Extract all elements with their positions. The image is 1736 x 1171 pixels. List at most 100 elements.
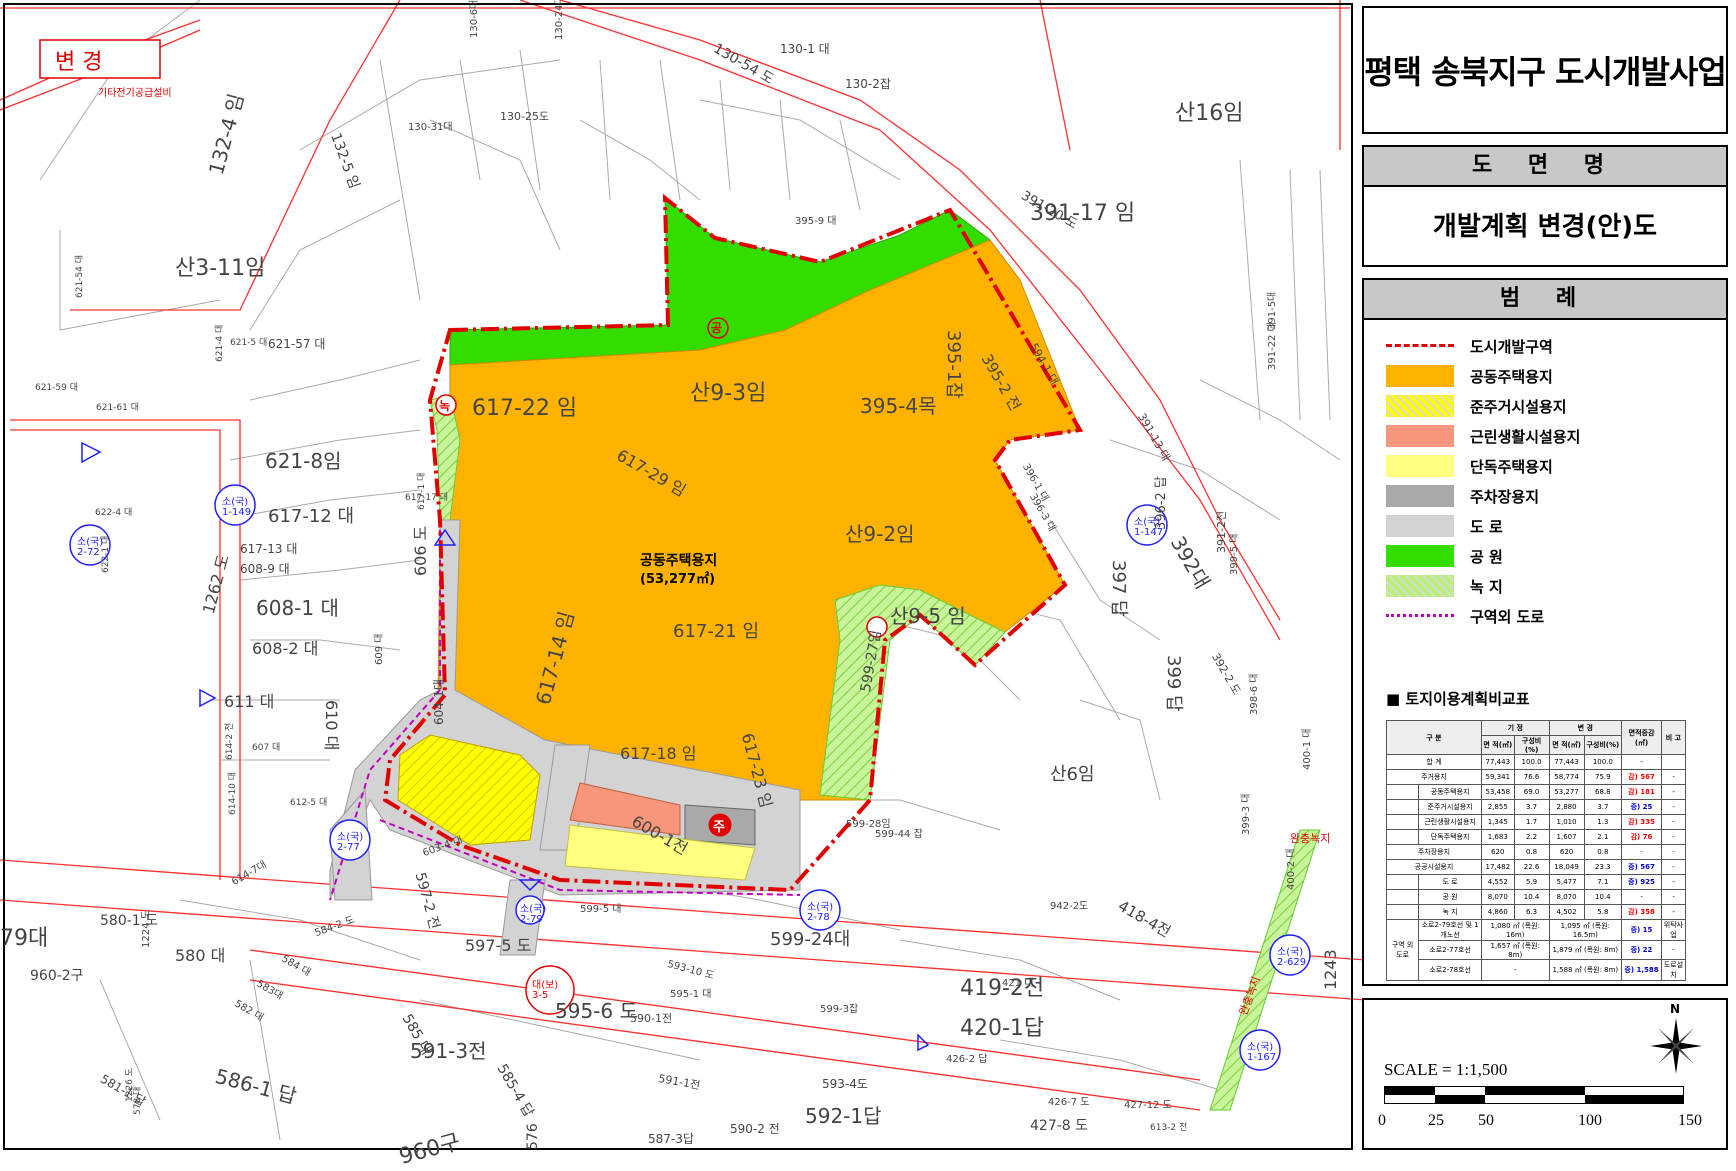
parcel-label: 617-13 대 (240, 542, 298, 556)
parcel-label: 426-2 답 (946, 1054, 988, 1065)
table-cell: 증) 567 (1621, 859, 1662, 875)
title-box: 평택 송북지구 도시개발사업 (1362, 6, 1728, 134)
table-cell: 단독주택용지 (1418, 829, 1482, 845)
legend-swatch (1386, 365, 1454, 387)
table-row: 구역 외 도로 소로2-79호선 및 1개노선 1,080 ㎡ (폭원: 16m) 1… (1385, 919, 1687, 981)
table-cell: 면 적(㎡) (1548, 735, 1585, 755)
table-cell: 1,095 ㎡ (폭원: 16.5m) (1548, 919, 1623, 941)
parcel-label: 395-4목 (860, 394, 937, 418)
table-cell: 100.0 (1583, 754, 1623, 770)
legend-item: 주차장용지 (1386, 484, 1539, 508)
legend-swatch (1386, 614, 1454, 618)
parcel-label: 621-54 대 (75, 254, 85, 298)
table-cell: 17,482 (1480, 859, 1515, 875)
table-cell: 감) 76 (1621, 829, 1662, 845)
parcel-label: 427-8 도 (1030, 1118, 1089, 1134)
table-row: 소로2-77호선 1,657 ㎡ (폭원: 8m) 1,879 ㎡ (폭원: 8m)… (1387, 940, 1687, 960)
table-cell: 증) 25 (1621, 799, 1662, 815)
table-cell (1385, 829, 1420, 845)
legend-box: 범 례 도시개발구역 공동주택용지 준주거시설용지 근린생활시설용지 단독주택용지 주차장… (1362, 278, 1728, 986)
table-title: ■ 토지이용계획비교표 (1386, 690, 1530, 708)
table-cell: 소로2-79호선 및 1개노선 (1418, 919, 1482, 941)
zoning-map[interactable]: 변 경 기타전기공급설비 공동주택용지 (53,277㎡) 공 녹 주 산16임 391-17 … (0, 0, 1409, 1170)
table-cell: 증) 1,588 (1621, 959, 1662, 981)
table-cell: 59,341 (1480, 769, 1515, 785)
legend-label: 근린생활시설용지 (1470, 427, 1581, 446)
legend-item: 구역외 도로 (1386, 604, 1544, 628)
parcel-label: 609 대 (374, 633, 385, 665)
parcel-label: 426-7 도 (1048, 1097, 1090, 1108)
table-cell: 소로2-77호선 (1418, 940, 1482, 960)
parcel-label: 395-1잡 (943, 330, 964, 399)
table-cell: 22.6 (1513, 859, 1550, 875)
legend-item: 근린생활시설용지 (1386, 424, 1580, 448)
parcel-label: 611 대 (224, 692, 275, 711)
table-cell: - (1621, 889, 1662, 905)
table-cell: - (1660, 904, 1687, 920)
table-cell: 5.8 (1583, 904, 1623, 920)
table-cell (1385, 784, 1420, 800)
parcel-label: 592-1답 (805, 1104, 882, 1128)
legend-label: 구역외 도로 (1470, 607, 1545, 626)
parcel-label: 산3-11임 (175, 256, 266, 281)
legend-swatch (1386, 344, 1454, 348)
table-row: 준주거시설용지 2,855 3.7 2,880 3.7 증) 25- (1385, 799, 1687, 815)
table-cell: 1,080 ㎡ (폭원: 16m) (1480, 919, 1550, 941)
table-cell: 1,588 ㎡ (폭원: 8m) (1548, 959, 1623, 981)
legend-item: 준주거시설용지 (1386, 394, 1567, 418)
legend-label: 녹 지 (1470, 577, 1503, 596)
parcel-label: 420-1답 (960, 1016, 1045, 1041)
table-cell: 10.4 (1583, 889, 1623, 905)
table-cell (1385, 814, 1420, 830)
road-circle-number: 2-79 (520, 914, 543, 925)
legend-item: 공동주택용지 (1386, 364, 1553, 388)
table-cell: 변 경 (1548, 720, 1623, 736)
road-circle-label: 소(국) (1134, 517, 1161, 528)
table-cell: - (1621, 754, 1662, 770)
table-cell: 소로2-78호선 (1418, 959, 1482, 981)
parcel-label: 960-2구 (30, 968, 84, 984)
parcel-label: 130-24대 (554, 0, 565, 40)
parcel-label: 산9-5 임 (890, 604, 966, 628)
table-cell: - (1660, 784, 1687, 800)
parcel-label: 606 도 (411, 525, 430, 576)
table-cell: 기 정 (1480, 720, 1550, 736)
north-label: N (1670, 1002, 1681, 1016)
table-cell: - (1660, 829, 1687, 845)
parcel-label: 산9-2임 (845, 522, 915, 546)
table-cell: 구역 외 도로 (1385, 919, 1420, 981)
table-cell: 주차장용지 (1386, 844, 1482, 860)
table-cell: 8,070 (1480, 889, 1515, 905)
scale-tick: 150 (1678, 1112, 1702, 1129)
table-cell: 0.8 (1513, 844, 1550, 860)
road-circle-number: 3-5 (532, 990, 549, 1001)
table-cell: 2.1 (1583, 829, 1623, 845)
table-cell (1385, 889, 1420, 905)
table-cell (1660, 754, 1687, 770)
table-cell: 2,880 (1548, 799, 1585, 815)
parcel-label: 산9-3임 (690, 381, 767, 406)
land-use-table: 구 분기 정변 경 면적증감 (㎡) 비 고면 적(㎡) 구성비(%) 면 적(㎡) 구성… (1385, 720, 1687, 981)
table-cell: 2.2 (1513, 829, 1550, 845)
table-cell: 1,879 ㎡ (폭원: 8m) (1548, 940, 1623, 960)
table-row: 근린생활시설용지 1,345 1.7 1,010 1.3 감) 335- (1385, 814, 1687, 830)
table-row: 도 로 4,552 5.9 5,477 7.1 증) 925- (1385, 874, 1687, 890)
table-cell: - (1660, 814, 1687, 830)
table-row: 녹 지 4,860 6.3 4,502 5.8 감) 358- (1385, 904, 1687, 920)
legend-swatch (1386, 545, 1454, 567)
table-cell: 75.9 (1583, 769, 1623, 785)
table-row: 공공시설용지 17,482 22.6 18,049 23.3 증) 567- (1386, 859, 1687, 875)
table-row: 공 원 8,070 10.4 8,070 10.4- - (1385, 889, 1687, 905)
table-cell: - (1480, 959, 1550, 981)
green-mark: 녹 (439, 399, 451, 413)
parcel-label: 399-3 대 (1241, 793, 1252, 835)
scale-box: N SCALE = 1:1,500 0 25 50 100 150 (1362, 998, 1728, 1150)
parcel-label: 612-5 대 (290, 798, 328, 808)
compass-icon (1650, 1018, 1702, 1074)
parcel-label: 1243 (1321, 949, 1340, 990)
parcel-label: 399-5 대 (1229, 533, 1240, 575)
parcel-label: 608-1 대 (256, 596, 339, 620)
parcel-label: 130-31대 (408, 122, 453, 133)
table-cell: 합 계 (1386, 754, 1482, 770)
table-cell: 감) 358 (1621, 904, 1662, 920)
